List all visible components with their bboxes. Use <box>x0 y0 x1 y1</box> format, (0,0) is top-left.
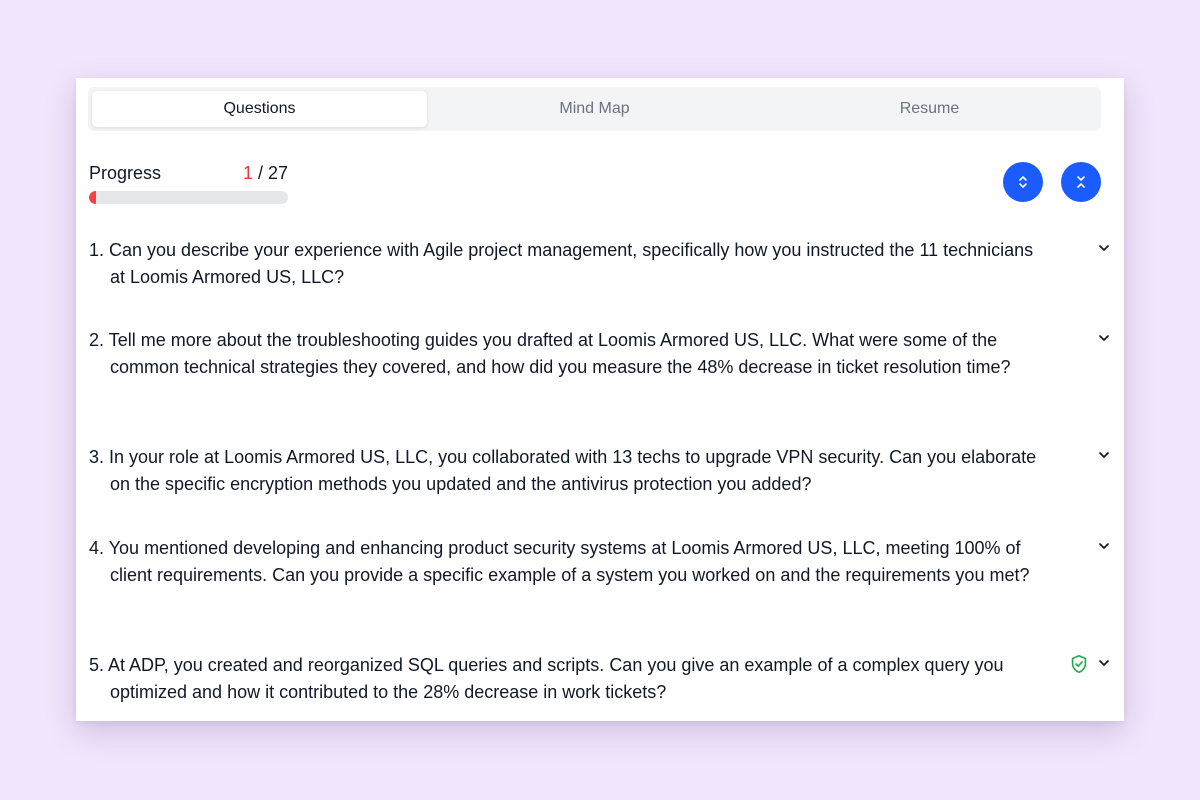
progress-separator: / <box>253 163 269 183</box>
chevron-down-icon[interactable] <box>1097 541 1111 551</box>
tab-mind-map[interactable]: Mind Map <box>427 91 762 127</box>
tab-bar: Questions Mind Map Resume <box>88 87 1101 131</box>
tab-resume[interactable]: Resume <box>762 91 1097 127</box>
progress-current: 1 <box>243 163 254 183</box>
chevron-down-icon[interactable] <box>1097 658 1111 668</box>
question-text: 3. In your role at Loomis Armored US, LL… <box>89 447 1037 494</box>
chevron-down-icon[interactable] <box>1097 333 1111 343</box>
chevrons-up-down-icon <box>1019 176 1027 188</box>
chevron-down-icon[interactable] <box>1097 450 1111 460</box>
progress-bar <box>89 191 288 204</box>
shield-check-icon <box>1071 654 1087 674</box>
interview-card: Questions Mind Map Resume Progress 1 / 2… <box>76 78 1124 721</box>
progress-total: 27 <box>268 163 289 183</box>
progress-count: 1 / 27 <box>243 163 288 184</box>
chevron-down-icon[interactable] <box>1097 243 1111 253</box>
progress-fill <box>89 191 97 204</box>
question-text: 2. Tell me more about the troubleshootin… <box>89 330 1011 377</box>
question-text: 5. At ADP, you created and reorganized S… <box>89 655 1004 702</box>
question-text: 4. You mentioned developing and enhancin… <box>89 538 1030 585</box>
tab-questions[interactable]: Questions <box>92 91 427 127</box>
question-text: 1. Can you describe your experience with… <box>89 240 1034 287</box>
chevrons-collapse-icon <box>1077 176 1085 188</box>
collapse-all-button[interactable] <box>1061 162 1101 202</box>
progress-label: Progress <box>89 163 162 183</box>
expand-all-button[interactable] <box>1003 162 1043 202</box>
